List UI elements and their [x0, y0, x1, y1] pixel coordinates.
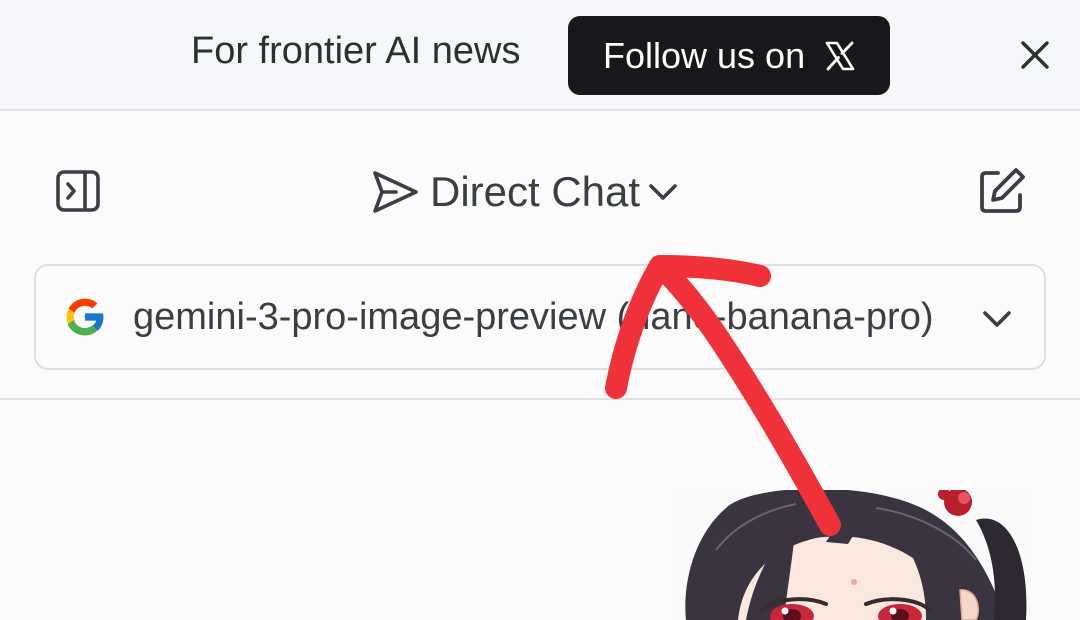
- promo-text: For frontier AI news: [191, 30, 521, 72]
- chevron-down-icon: [649, 184, 677, 200]
- google-icon: [66, 298, 105, 336]
- send-icon: [373, 171, 418, 213]
- model-selector[interactable]: gemini-3-pro-image-preview (nano-banana-…: [34, 264, 1046, 370]
- model-name: gemini-3-pro-image-preview (nano-banana-…: [133, 295, 934, 338]
- close-icon[interactable]: [1018, 38, 1052, 72]
- anime-girl-image[interactable]: [676, 490, 1030, 620]
- follow-on-x-button[interactable]: Follow us on: [568, 16, 890, 95]
- follow-button-label: Follow us on: [603, 34, 806, 76]
- chat-mode-selector[interactable]: Direct Chat: [370, 164, 680, 220]
- chevron-down-icon: [983, 311, 1011, 327]
- chat-mode-label: Direct Chat: [430, 168, 641, 215]
- promo-banner: For frontier AI news Follow us on: [0, 0, 1080, 111]
- x-logo-icon: [825, 41, 855, 70]
- sidebar-toggle-icon[interactable]: [54, 167, 102, 215]
- edit-icon[interactable]: [976, 165, 1028, 217]
- header-divider: [0, 398, 1080, 400]
